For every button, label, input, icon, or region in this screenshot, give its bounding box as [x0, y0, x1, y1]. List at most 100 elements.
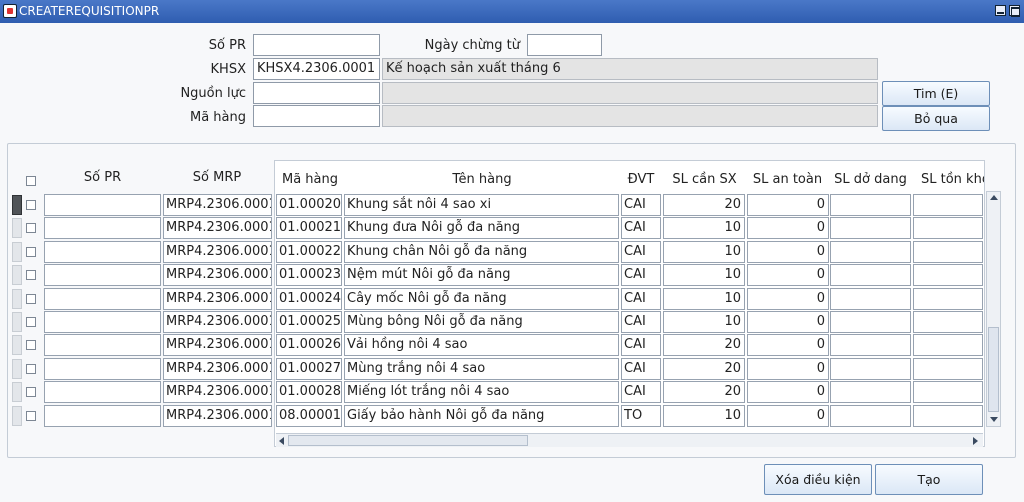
cell-ma-hang[interactable]: 01.00025: [276, 311, 342, 333]
scroll-up-icon[interactable]: [990, 195, 998, 200]
cell-sl-ton-kho[interactable]: [913, 217, 983, 239]
cell-so-pr[interactable]: [44, 194, 161, 216]
cell-ma-hang[interactable]: 08.00001: [276, 405, 342, 427]
row-indicator[interactable]: [12, 289, 22, 309]
cell-sl-an-toan[interactable]: 0: [747, 381, 829, 403]
cell-ten-hang[interactable]: Khung đưa Nôi gỗ đa năng: [344, 217, 619, 239]
row-checkbox[interactable]: [26, 270, 36, 280]
cell-dvt[interactable]: TO: [621, 405, 661, 427]
cell-so-mrp[interactable]: MRP4.2306.0001: [163, 288, 272, 310]
cell-so-mrp[interactable]: MRP4.2306.0001: [163, 264, 272, 286]
scroll-right-icon[interactable]: [973, 437, 978, 445]
ngay-chung-tu-input[interactable]: [527, 34, 602, 56]
cell-sl-an-toan[interactable]: 0: [747, 241, 829, 263]
cell-sl-can-sx[interactable]: 20: [663, 381, 745, 403]
cell-sl-do-dang[interactable]: [830, 288, 911, 310]
row-indicator[interactable]: [12, 242, 22, 262]
cell-dvt[interactable]: CAI: [621, 217, 661, 239]
cell-dvt[interactable]: CAI: [621, 194, 661, 216]
cell-sl-can-sx[interactable]: 10: [663, 311, 745, 333]
cell-sl-ton-kho[interactable]: [913, 334, 983, 356]
cell-so-pr[interactable]: [44, 381, 161, 403]
cell-dvt[interactable]: CAI: [621, 358, 661, 380]
cell-ten-hang[interactable]: Khung sắt nôi 4 sao xi: [344, 194, 619, 216]
cell-sl-an-toan[interactable]: 0: [747, 194, 829, 216]
cell-so-pr[interactable]: [44, 264, 161, 286]
cell-sl-an-toan[interactable]: 0: [747, 264, 829, 286]
cell-so-mrp[interactable]: MRP4.2306.0001: [163, 381, 272, 403]
cell-sl-an-toan[interactable]: 0: [747, 358, 829, 380]
cell-sl-do-dang[interactable]: [830, 241, 911, 263]
cell-sl-an-toan[interactable]: 0: [747, 405, 829, 427]
row-indicator[interactable]: [12, 265, 22, 285]
cell-ma-hang[interactable]: 01.00022: [276, 241, 342, 263]
vertical-scrollbar[interactable]: [986, 191, 1001, 427]
horizontal-scrollbar[interactable]: [276, 433, 983, 447]
cell-sl-ton-kho[interactable]: [913, 381, 983, 403]
cell-ten-hang[interactable]: Miếng lót trắng nôi 4 sao: [344, 381, 619, 403]
cell-ma-hang[interactable]: 01.00026: [276, 334, 342, 356]
cell-so-pr[interactable]: [44, 405, 161, 427]
cell-sl-can-sx[interactable]: 10: [663, 241, 745, 263]
row-checkbox[interactable]: [26, 294, 36, 304]
cell-dvt[interactable]: CAI: [621, 381, 661, 403]
cell-sl-can-sx[interactable]: 20: [663, 194, 745, 216]
cell-so-mrp[interactable]: MRP4.2306.0001: [163, 334, 272, 356]
cell-dvt[interactable]: CAI: [621, 264, 661, 286]
row-indicator[interactable]: [12, 335, 22, 355]
cell-ten-hang[interactable]: Mùng bông Nôi gỗ đa năng: [344, 311, 619, 333]
row-checkbox[interactable]: [26, 317, 36, 327]
cell-so-mrp[interactable]: MRP4.2306.0001: [163, 358, 272, 380]
vertical-scroll-thumb[interactable]: [988, 327, 999, 412]
cell-sl-can-sx[interactable]: 20: [663, 358, 745, 380]
cell-so-mrp[interactable]: MRP4.2306.0001: [163, 311, 272, 333]
cell-sl-can-sx[interactable]: 10: [663, 288, 745, 310]
cell-sl-ton-kho[interactable]: [913, 264, 983, 286]
horizontal-scroll-thumb[interactable]: [288, 435, 528, 446]
scroll-down-icon[interactable]: [990, 417, 998, 422]
row-indicator[interactable]: [12, 382, 22, 402]
row-checkbox[interactable]: [26, 364, 36, 374]
cell-sl-can-sx[interactable]: 10: [663, 217, 745, 239]
row-indicator[interactable]: [12, 406, 22, 426]
cell-sl-ton-kho[interactable]: [913, 405, 983, 427]
cell-dvt[interactable]: CAI: [621, 288, 661, 310]
cell-sl-do-dang[interactable]: [830, 381, 911, 403]
cell-so-mrp[interactable]: MRP4.2306.0001: [163, 217, 272, 239]
row-indicator[interactable]: [12, 359, 22, 379]
cell-so-pr[interactable]: [44, 288, 161, 310]
cell-so-mrp[interactable]: MRP4.2306.0001: [163, 194, 272, 216]
row-checkbox[interactable]: [26, 223, 36, 233]
row-checkbox[interactable]: [26, 387, 36, 397]
cell-so-mrp[interactable]: MRP4.2306.0001: [163, 405, 272, 427]
cell-sl-do-dang[interactable]: [830, 405, 911, 427]
cell-sl-an-toan[interactable]: 0: [747, 334, 829, 356]
cell-so-pr[interactable]: [44, 241, 161, 263]
cell-sl-do-dang[interactable]: [830, 194, 911, 216]
cell-so-pr[interactable]: [44, 358, 161, 380]
khsx-input[interactable]: KHSX4.2306.0001: [253, 58, 380, 80]
cell-sl-ton-kho[interactable]: [913, 241, 983, 263]
cell-sl-ton-kho[interactable]: [913, 288, 983, 310]
cell-sl-can-sx[interactable]: 10: [663, 405, 745, 427]
bo-qua-button[interactable]: Bỏ qua: [882, 106, 990, 131]
xoa-dieu-kien-button[interactable]: Xóa điều kiện: [764, 464, 872, 495]
row-checkbox[interactable]: [26, 200, 36, 210]
cell-dvt[interactable]: CAI: [621, 311, 661, 333]
cell-ma-hang[interactable]: 01.00028: [276, 381, 342, 403]
cell-ten-hang[interactable]: Giấy bảo hành Nôi gỗ đa năng: [344, 405, 619, 427]
cell-sl-ton-kho[interactable]: [913, 358, 983, 380]
cell-sl-can-sx[interactable]: 20: [663, 334, 745, 356]
so-pr-input[interactable]: [253, 34, 380, 56]
cell-sl-can-sx[interactable]: 10: [663, 264, 745, 286]
cell-so-pr[interactable]: [44, 311, 161, 333]
cell-ten-hang[interactable]: Mùng trắng nôi 4 sao: [344, 358, 619, 380]
cell-sl-do-dang[interactable]: [830, 311, 911, 333]
row-checkbox[interactable]: [26, 340, 36, 350]
cell-ma-hang[interactable]: 01.00024: [276, 288, 342, 310]
cell-so-pr[interactable]: [44, 217, 161, 239]
row-indicator[interactable]: [12, 195, 22, 215]
cell-ten-hang[interactable]: Cây mốc Nôi gỗ đa năng: [344, 288, 619, 310]
cell-ten-hang[interactable]: Vải hồng nôi 4 sao: [344, 334, 619, 356]
cell-ma-hang[interactable]: 01.00021: [276, 217, 342, 239]
